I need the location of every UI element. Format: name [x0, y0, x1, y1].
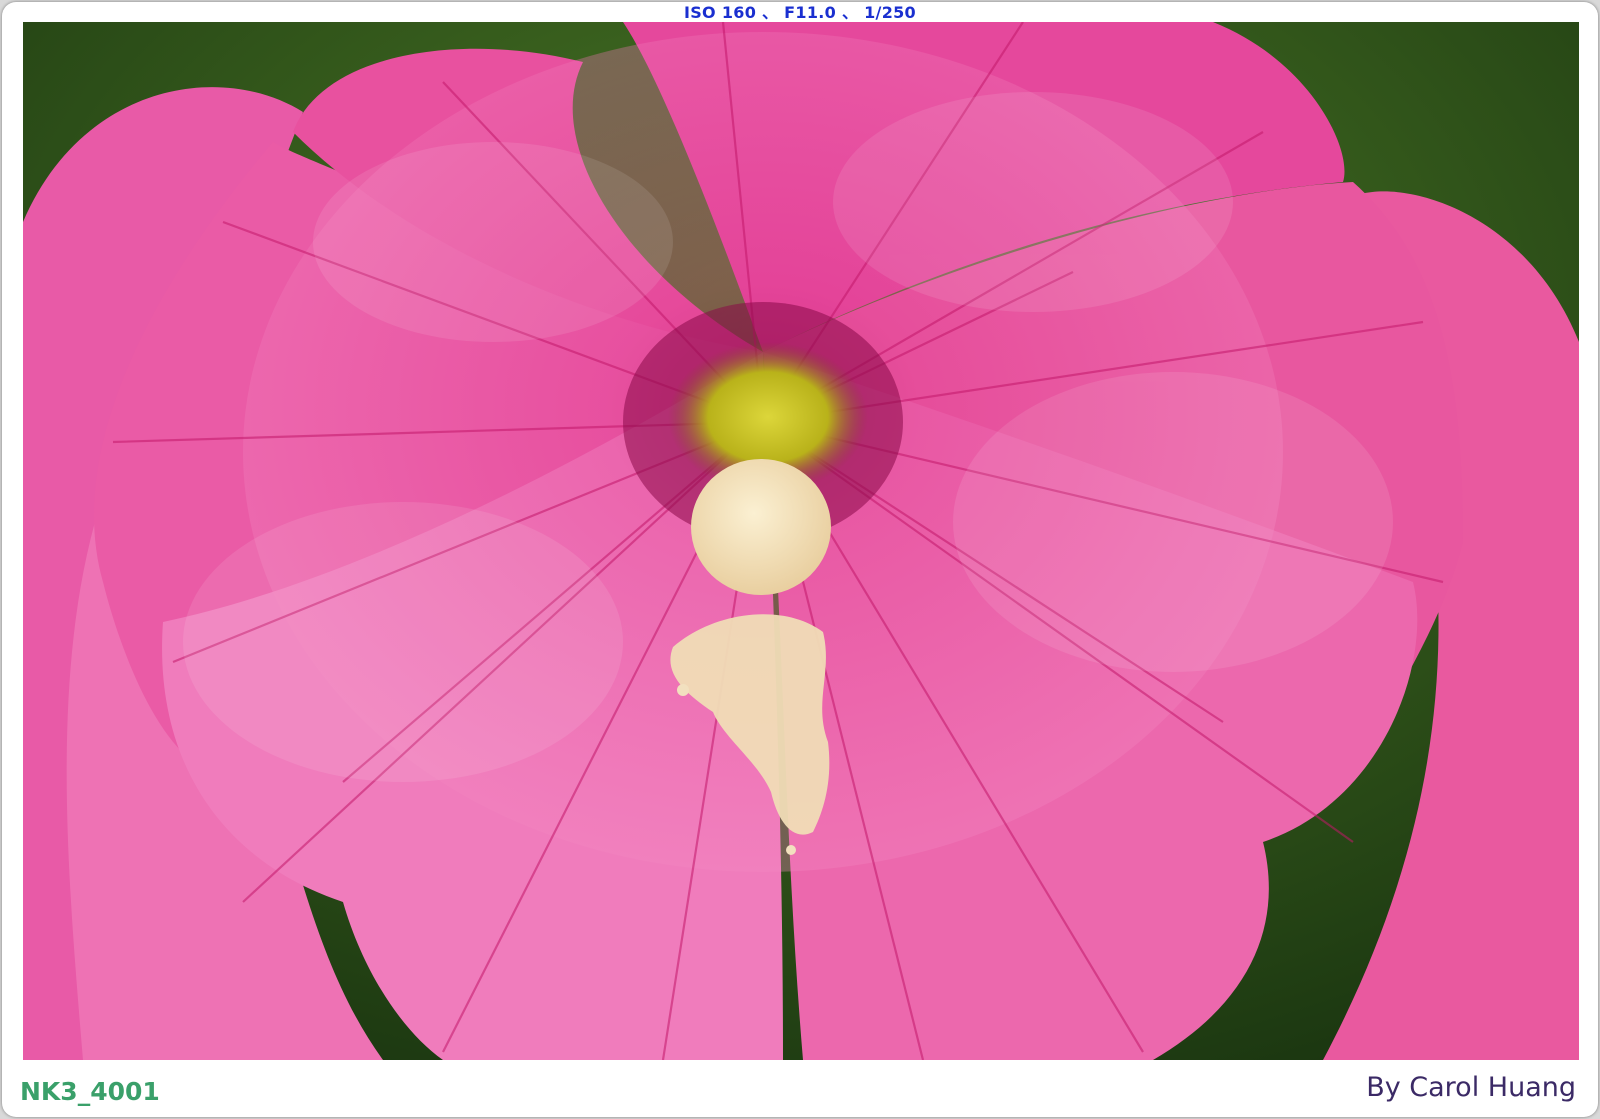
photo-filename: NK3_4001: [20, 1077, 160, 1106]
photo-frame: ISO 160 、 F11.0 、 1/250 NK3_4001 By Caro…: [2, 2, 1598, 1117]
flower-illustration: [23, 22, 1579, 1060]
photographer-credit: By Carol Huang: [1366, 1072, 1576, 1103]
exif-caption: ISO 160 、 F11.0 、 1/250: [683, 3, 916, 22]
flower-photo: [23, 22, 1579, 1060]
